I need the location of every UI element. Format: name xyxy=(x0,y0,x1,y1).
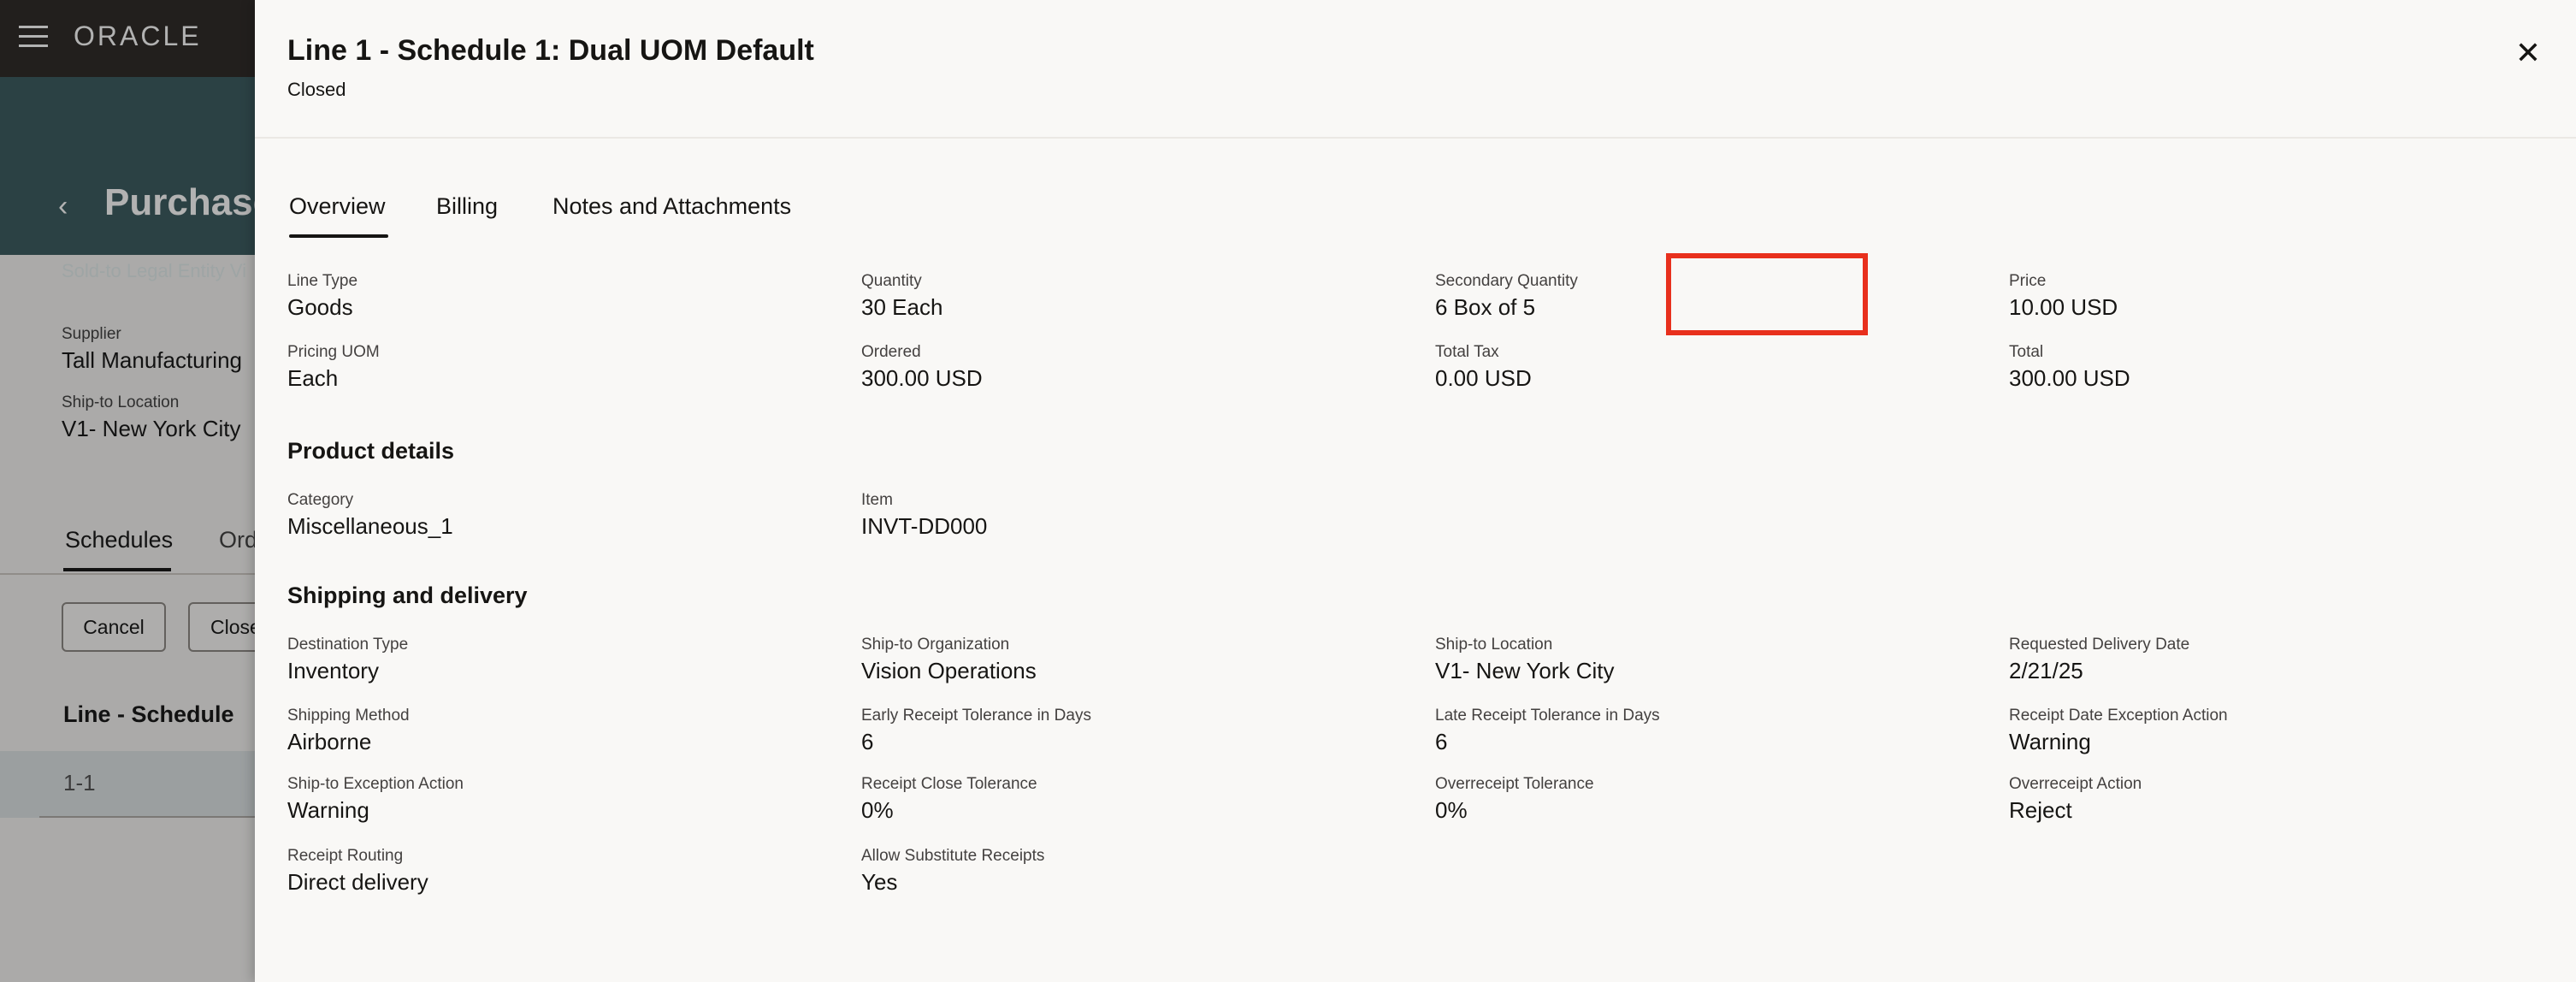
secondary-quantity-highlight xyxy=(1666,253,1868,335)
receipt-routing-label: Receipt Routing xyxy=(287,847,404,865)
allow-substitute-value: Yes xyxy=(861,869,898,895)
total-tax-value: 0.00 USD xyxy=(1435,365,1532,391)
close-icon[interactable]: ✕ xyxy=(2511,36,2545,70)
early-receipt-value: 6 xyxy=(861,729,874,754)
field-receipt-close-tolerance: Receipt Close Tolerance 0% xyxy=(861,775,1037,824)
field-price: Price 10.00 USD xyxy=(2009,272,2118,321)
field-category: Category Miscellaneous_1 xyxy=(287,491,453,540)
status-text: Closed xyxy=(287,79,346,100)
receipt-close-value: 0% xyxy=(861,797,894,823)
receipt-date-exception-label: Receipt Date Exception Action xyxy=(2009,707,2228,725)
field-item: Item INVT-DD000 xyxy=(861,491,987,540)
tab-billing[interactable]: Billing xyxy=(436,193,498,220)
total-label: Total xyxy=(2009,343,2044,361)
field-pricing-uom: Pricing UOM Each xyxy=(287,343,380,392)
receipt-close-label: Receipt Close Tolerance xyxy=(861,775,1037,793)
overreceipt-action-label: Overreceipt Action xyxy=(2009,775,2142,793)
destination-type-value: Inventory xyxy=(287,658,379,683)
tab-overview[interactable]: Overview xyxy=(289,193,386,220)
early-receipt-label: Early Receipt Tolerance in Days xyxy=(861,707,1091,725)
field-destination-type: Destination Type Inventory xyxy=(287,636,408,684)
pricing-uom-value: Each xyxy=(287,365,339,391)
field-secondary-quantity: Secondary Quantity 6 Box of 5 xyxy=(1435,272,1578,321)
field-requested-delivery-date: Requested Delivery Date 2/21/25 xyxy=(2009,636,2189,684)
overreceipt-tol-label: Overreceipt Tolerance xyxy=(1435,775,1594,793)
shipping-delivery-heading: Shipping and delivery xyxy=(287,583,528,608)
late-receipt-value: 6 xyxy=(1435,729,1448,754)
field-ship-to-organization: Ship-to Organization Vision Operations xyxy=(861,636,1037,684)
tab-notes-attachments[interactable]: Notes and Attachments xyxy=(552,193,791,220)
destination-type-label: Destination Type xyxy=(287,636,409,654)
field-line-type: Line Type Goods xyxy=(287,272,357,321)
total-tax-label: Total Tax xyxy=(1435,343,1499,361)
quantity-label: Quantity xyxy=(861,272,922,290)
line-type-value: Goods xyxy=(287,294,353,320)
field-receipt-routing: Receipt Routing Direct delivery xyxy=(287,847,428,896)
field-allow-substitute-receipts: Allow Substitute Receipts Yes xyxy=(861,847,1044,896)
field-quantity: Quantity 30 Each xyxy=(861,272,942,321)
field-overreceipt-tolerance: Overreceipt Tolerance 0% xyxy=(1435,775,1594,824)
receipt-routing-value: Direct delivery xyxy=(287,869,428,895)
ship-to-exception-label: Ship-to Exception Action xyxy=(287,775,464,793)
ship-to-location-label: Ship-to Location xyxy=(1435,636,1553,654)
requested-delivery-value: 2/21/25 xyxy=(2009,658,2083,683)
field-late-receipt-tolerance: Late Receipt Tolerance in Days 6 xyxy=(1435,707,1660,755)
item-label: Item xyxy=(861,491,893,509)
drawer-header: Line 1 - Schedule 1: Dual UOM Default Cl… xyxy=(255,0,2576,139)
secondary-quantity-label: Secondary Quantity xyxy=(1435,272,1578,290)
field-ordered: Ordered 300.00 USD xyxy=(861,343,983,392)
ordered-label: Ordered xyxy=(861,343,921,361)
ship-to-org-value: Vision Operations xyxy=(861,658,1037,683)
allow-substitute-label: Allow Substitute Receipts xyxy=(861,847,1045,865)
receipt-date-exception-value: Warning xyxy=(2009,729,2091,754)
category-label: Category xyxy=(287,491,354,509)
item-value: INVT-DD000 xyxy=(861,513,988,539)
late-receipt-label: Late Receipt Tolerance in Days xyxy=(1435,707,1660,725)
line-type-label: Line Type xyxy=(287,272,358,290)
field-receipt-date-exception: Receipt Date Exception Action Warning xyxy=(2009,707,2228,755)
price-label: Price xyxy=(2009,272,2047,290)
pricing-uom-label: Pricing UOM xyxy=(287,343,380,361)
product-details-heading: Product details xyxy=(287,438,455,464)
ordered-value: 300.00 USD xyxy=(861,365,983,391)
field-shipping-method: Shipping Method Airborne xyxy=(287,707,410,755)
field-early-receipt-tolerance: Early Receipt Tolerance in Days 6 xyxy=(861,707,1091,755)
field-total-tax: Total Tax 0.00 USD xyxy=(1435,343,1532,392)
tab-overview-indicator xyxy=(289,234,388,238)
price-value: 10.00 USD xyxy=(2009,294,2118,320)
field-ship-to-exception: Ship-to Exception Action Warning xyxy=(287,775,464,824)
ship-to-org-label: Ship-to Organization xyxy=(861,636,1010,654)
requested-delivery-label: Requested Delivery Date xyxy=(2009,636,2190,654)
category-value: Miscellaneous_1 xyxy=(287,513,453,539)
ship-to-location-value: V1- New York City xyxy=(1435,658,1615,683)
quantity-value: 30 Each xyxy=(861,294,943,320)
overreceipt-tol-value: 0% xyxy=(1435,797,1468,823)
shipping-method-label: Shipping Method xyxy=(287,707,410,725)
ship-to-exception-value: Warning xyxy=(287,797,369,823)
total-value: 300.00 USD xyxy=(2009,365,2130,391)
drawer-tabs: Overview Billing Notes and Attachments xyxy=(287,186,1143,240)
schedule-drawer: Line 1 - Schedule 1: Dual UOM Default Cl… xyxy=(255,0,2576,982)
overreceipt-action-value: Reject xyxy=(2009,797,2072,823)
field-ship-to-location: Ship-to Location V1- New York City xyxy=(1435,636,1615,684)
field-total: Total 300.00 USD xyxy=(2009,343,2130,392)
shipping-method-value: Airborne xyxy=(287,729,372,754)
secondary-quantity-value: 6 Box of 5 xyxy=(1435,294,1536,320)
drawer-title: Line 1 - Schedule 1: Dual UOM Default xyxy=(287,34,814,67)
field-overreceipt-action: Overreceipt Action Reject xyxy=(2009,775,2142,824)
